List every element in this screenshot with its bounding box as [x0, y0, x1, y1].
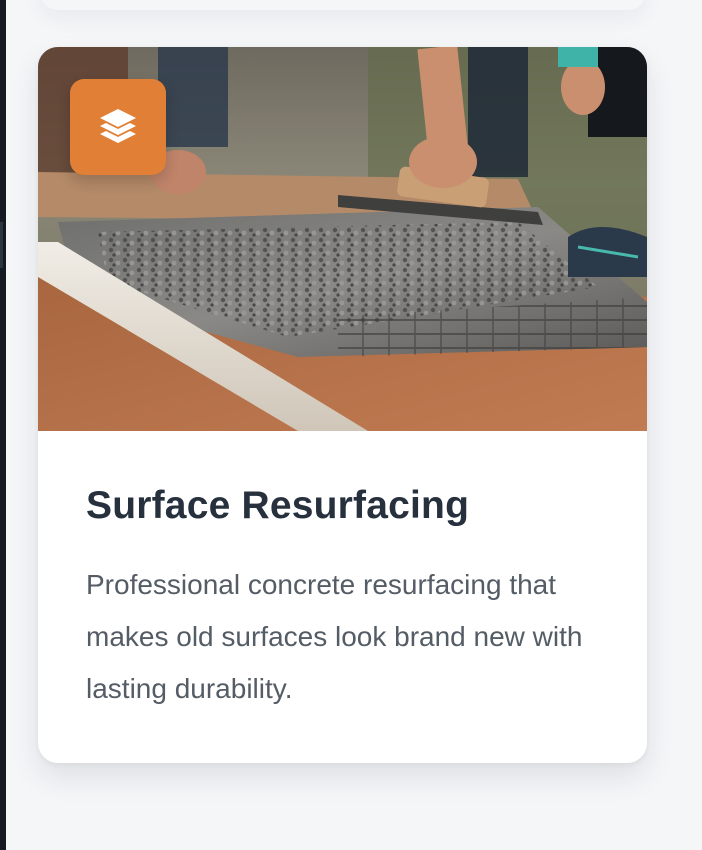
service-badge [70, 79, 166, 175]
card-body: Surface Resurfacing Professional concret… [86, 431, 606, 715]
card-description: Professional concrete resurfacing that m… [86, 569, 583, 704]
previous-card-edge [40, 0, 646, 10]
service-card[interactable]: Surface Resurfacing Professional concret… [38, 47, 647, 763]
service-photo [38, 47, 647, 431]
card-title: Surface Resurfacing [86, 484, 470, 527]
page-left-edge-tab [0, 222, 3, 268]
page-left-edge [0, 0, 6, 850]
layers-icon [96, 105, 140, 149]
